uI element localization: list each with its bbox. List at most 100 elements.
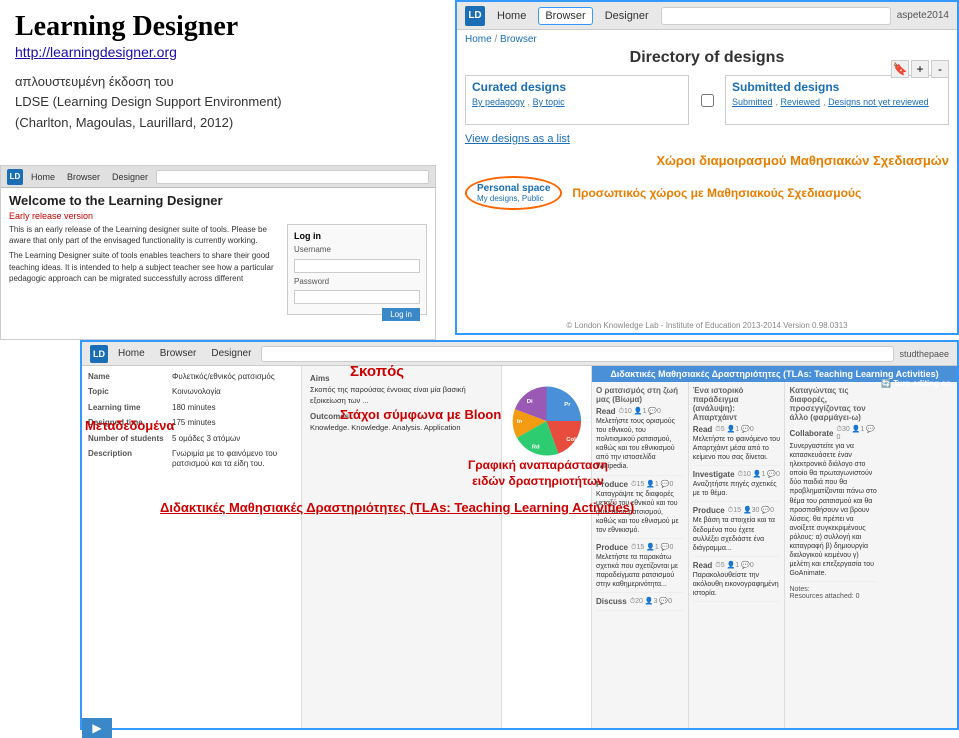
browser-content: Home / Browser Directory of designs 🔖 + … [457, 30, 957, 333]
submitted-title[interactable]: Submitted designs [732, 80, 942, 94]
scope-outcomes-label: Outcomes [310, 412, 493, 421]
submitted-links: Submitted, Reviewed, Designs not yet rev… [732, 97, 942, 107]
tla-text: Αναζητήστε πηγές σχετικές με το θέμα. [693, 480, 781, 498]
public-link[interactable]: Public [522, 194, 544, 203]
tla-item-header: Collaborate ⏱30 👤1 💬0 [789, 425, 877, 441]
login-title: Log in [294, 231, 420, 241]
welcome-nav-browser[interactable]: Browser [63, 171, 104, 183]
meta-students-label: Number of students [88, 434, 168, 444]
tla-columns: Ο ρατσισμός στη ζωή μας (Βίωμα) Read ⏱10… [592, 382, 881, 730]
subtitle-block: απλουστευμένη έκδοση του LDSE (Learning … [15, 72, 435, 134]
username-input[interactable] [294, 259, 420, 273]
meta-students-row: Number of students 5 ομάδες 3 ατόμων [88, 434, 295, 444]
bottom-nav-designer[interactable]: Designer [206, 347, 256, 360]
tla-item-header: Read ⏱10 👤1 💬0 [596, 407, 684, 416]
personal-space-title[interactable]: Personal space [477, 183, 550, 194]
tla-item: Read ⏱5 👤1 💬0 Παρακολουθείστε την ακόλου… [693, 561, 781, 602]
bottom-nav-home[interactable]: Home [113, 347, 150, 360]
tla-type: Read [693, 561, 713, 570]
tla-item-header: Produce ⏱15 👤1 💬0 [596, 543, 684, 552]
browser-nav-home[interactable]: Home [491, 8, 532, 24]
not-reviewed-link[interactable]: Designs not yet reviewed [828, 97, 929, 107]
welcome-chrome: LD Home Browser Designer [1, 166, 435, 188]
curated-links: By pedagogy, By topic [472, 97, 682, 107]
welcome-login-col: Log in Username Password Log in [287, 224, 427, 321]
welcome-heading: Welcome to the Learning Designer [9, 193, 427, 208]
meta-dt-label: Designed time [88, 418, 168, 428]
tla-item-header: Produce ⏱15 👤1 💬0 [596, 480, 684, 489]
login-box: Log in Username Password Log in [287, 224, 427, 315]
meta-name-label: Name [88, 372, 168, 382]
welcome-nav-designer[interactable]: Designer [108, 171, 152, 183]
tla-counts: ⏱15 👤1 💬0 [631, 480, 673, 489]
resources-note: Notes:Resources attached: 0 [789, 586, 877, 600]
tla-item: Produce ⏱15 👤1 💬0 Μελετήστε τα παρακάτω … [596, 543, 684, 593]
svg-text:Rd: Rd [532, 445, 540, 451]
chart-section: Pr Col Rd In Di [502, 366, 592, 730]
turn-editing-on[interactable]: 🔄 Turn editing on [881, 379, 951, 388]
tla-text: Παρακολουθείστε την ακόλουθη εικονογραφη… [693, 571, 781, 598]
tla-col3-header: Καταγώντας τις διαφορές, προσεγγίζοντας … [789, 386, 877, 422]
meta-topic-value: Κοινωνολογία [172, 387, 221, 397]
curated-title[interactable]: Curated designs [472, 80, 682, 94]
welcome-early: Early release version [9, 211, 427, 221]
tla-counts: ⏱5 👤1 💬0 [715, 425, 753, 434]
submitted-link[interactable]: Submitted [732, 97, 773, 107]
dir-minus-btn[interactable]: - [931, 60, 949, 78]
meta-name-value: Φυλετικός/εθνικός ρατσισμός [172, 372, 275, 382]
tla-header-label: Διδακτικές Μαθησιακές Δραστηριότητες (TL… [610, 369, 938, 379]
bottom-nav-browser[interactable]: Browser [155, 347, 202, 360]
meta-lt-value: 180 minutes [172, 403, 216, 413]
tla-item-header: Read ⏱5 👤1 💬0 [693, 425, 781, 434]
tla-text: Μελετήστε τα παρακάτω σχετικά που σχετίζ… [596, 553, 684, 589]
tla-type: Discuss [596, 597, 627, 606]
tla-type: Produce [596, 543, 628, 552]
browser-logo: LD [465, 6, 485, 26]
meta-lt-row: Learning time 180 minutes [88, 403, 295, 413]
metadata-section: Name Φυλετικός/εθνικός ρατσισμός Topic Κ… [82, 366, 302, 730]
tla-type: Produce [596, 480, 628, 489]
my-designs-link[interactable]: My designs [477, 194, 517, 203]
meta-students-value: 5 ομάδες 3 ατόμων [172, 434, 240, 444]
curated-by-pedagogy[interactable]: By pedagogy [472, 97, 525, 107]
bottom-address-bar[interactable] [261, 346, 894, 362]
browser-user: aspete2014 [897, 10, 949, 21]
scope-outcomes-text: Knowledge. Knowledge. Analysis. Applicat… [310, 423, 493, 432]
tla-text: Συνεργαστείτε για να κατασκευάσετε έναν … [789, 442, 877, 578]
meta-name-row: Name Φυλετικός/εθνικός ρατσισμός [88, 372, 295, 382]
play-button[interactable]: ▶ [82, 718, 112, 738]
welcome-address-bar[interactable] [156, 170, 429, 184]
directory-title: Directory of designs [465, 49, 949, 67]
browser-nav-browser[interactable]: Browser [538, 7, 592, 25]
meta-desc-value: Γνωριμία με το φαινόμενο του ρατσισμού κ… [172, 449, 295, 470]
sharing-label: Χώροι διαμοιρασμού Μαθησιακών Σχεδιασμών [465, 153, 949, 168]
welcome-left-text: This is an early release of the Learning… [9, 224, 279, 321]
tla-item-header: Discuss ⏱20 👤3 💬0 [596, 597, 684, 606]
curated-designs-card: Curated designs By pedagogy, By topic [465, 75, 689, 125]
tla-item-header: Investigate ⏱10 👤1 💬0 [693, 470, 781, 479]
browser-footer: © London Knowledge Lab - Institute of Ed… [457, 321, 957, 330]
curated-by-topic[interactable]: By topic [533, 97, 565, 107]
view-list[interactable]: View designs as a list [465, 133, 949, 145]
tla-item: Read ⏱5 👤1 💬0 Μελετήστε το φαινόμενο του… [693, 425, 781, 466]
tla-text: Μελετήστε το φαινόμενο του Απαρτχάιντ μέ… [693, 435, 781, 462]
browser-nav-designer[interactable]: Designer [599, 8, 655, 24]
main-url[interactable]: http://learningdesigner.org [15, 44, 435, 60]
tla-counts: ⏱5 👤1 💬0 [715, 561, 753, 570]
designs-checkbox[interactable] [701, 94, 714, 107]
reviewed-link[interactable]: Reviewed [781, 97, 821, 107]
tla-item-header: Produce ⏱15 👤30 💬0 [693, 506, 781, 515]
dir-bookmark-btn[interactable]: 🔖 [891, 60, 909, 78]
scope-aims-text: Σκοπός της παρούσας έννοιας είναι μία βα… [310, 385, 493, 406]
left-panel: Learning Designer http://learningdesigne… [0, 0, 450, 159]
bottom-panel: LD Home Browser Designer studthepaee Nam… [80, 340, 959, 730]
browser-address-bar[interactable] [661, 7, 891, 25]
password-input[interactable] [294, 290, 420, 304]
subtitle1: απλουστευμένη έκδοση του [15, 72, 435, 93]
welcome-text2: The Learning Designer suite of tools ena… [9, 250, 279, 284]
submitted-designs-card: Submitted designs Submitted, Reviewed, D… [725, 75, 949, 125]
dir-add-btn[interactable]: + [911, 60, 929, 78]
tla-type: Produce [693, 506, 725, 515]
welcome-nav-home[interactable]: Home [27, 171, 59, 183]
login-button[interactable]: Log in [382, 308, 420, 321]
